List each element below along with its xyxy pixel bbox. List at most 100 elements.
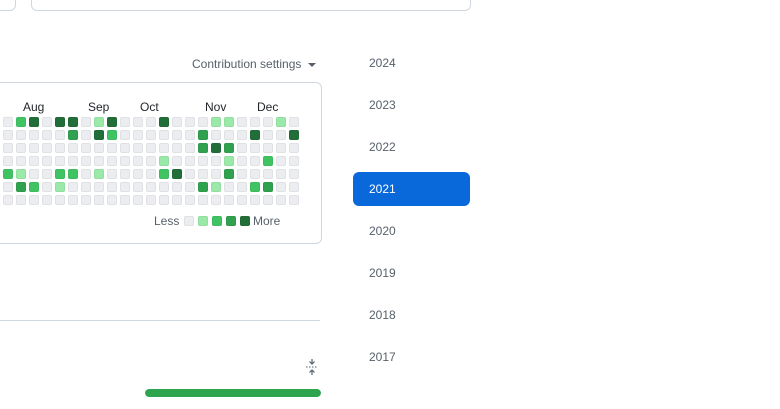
- contribution-day-cell[interactable]: [120, 117, 130, 127]
- contribution-day-cell[interactable]: [250, 117, 260, 127]
- contribution-day-cell[interactable]: [55, 156, 65, 166]
- contribution-day-cell[interactable]: [107, 143, 117, 153]
- contribution-day-cell[interactable]: [172, 182, 182, 192]
- contribution-day-cell[interactable]: [224, 117, 234, 127]
- contribution-day-cell[interactable]: [263, 117, 273, 127]
- contribution-day-cell[interactable]: [81, 143, 91, 153]
- contribution-day-cell[interactable]: [198, 169, 208, 179]
- contribution-day-cell[interactable]: [250, 182, 260, 192]
- contribution-day-cell[interactable]: [146, 117, 156, 127]
- contribution-day-cell[interactable]: [29, 156, 39, 166]
- contribution-day-cell[interactable]: [172, 130, 182, 140]
- contribution-day-cell[interactable]: [107, 117, 117, 127]
- contribution-day-cell[interactable]: [289, 169, 299, 179]
- contribution-day-cell[interactable]: [289, 143, 299, 153]
- contribution-day-cell[interactable]: [224, 156, 234, 166]
- contribution-day-cell[interactable]: [94, 195, 104, 205]
- contribution-day-cell[interactable]: [276, 182, 286, 192]
- contribution-day-cell[interactable]: [224, 195, 234, 205]
- contribution-day-cell[interactable]: [198, 195, 208, 205]
- contribution-day-cell[interactable]: [107, 195, 117, 205]
- contribution-day-cell[interactable]: [224, 130, 234, 140]
- contribution-day-cell[interactable]: [146, 182, 156, 192]
- contribution-day-cell[interactable]: [94, 143, 104, 153]
- contribution-day-cell[interactable]: [94, 130, 104, 140]
- contribution-day-cell[interactable]: [185, 130, 195, 140]
- contribution-day-cell[interactable]: [81, 156, 91, 166]
- contribution-day-cell[interactable]: [159, 130, 169, 140]
- contribution-day-cell[interactable]: [185, 195, 195, 205]
- contribution-day-cell[interactable]: [146, 143, 156, 153]
- contribution-day-cell[interactable]: [3, 130, 13, 140]
- contribution-day-cell[interactable]: [42, 143, 52, 153]
- contribution-day-cell[interactable]: [55, 117, 65, 127]
- contribution-day-cell[interactable]: [185, 156, 195, 166]
- contribution-day-cell[interactable]: [211, 143, 221, 153]
- year-link-2023[interactable]: 2023: [353, 88, 470, 122]
- contribution-day-cell[interactable]: [16, 143, 26, 153]
- year-link-2017[interactable]: 2017: [353, 340, 470, 374]
- contribution-day-cell[interactable]: [107, 130, 117, 140]
- contribution-day-cell[interactable]: [68, 156, 78, 166]
- contribution-day-cell[interactable]: [133, 143, 143, 153]
- contribution-day-cell[interactable]: [29, 182, 39, 192]
- contribution-day-cell[interactable]: [55, 169, 65, 179]
- contribution-day-cell[interactable]: [3, 182, 13, 192]
- contribution-day-cell[interactable]: [250, 143, 260, 153]
- contribution-day-cell[interactable]: [120, 195, 130, 205]
- contribution-day-cell[interactable]: [120, 143, 130, 153]
- contribution-day-cell[interactable]: [55, 182, 65, 192]
- contribution-day-cell[interactable]: [237, 169, 247, 179]
- contribution-day-cell[interactable]: [172, 117, 182, 127]
- contribution-day-cell[interactable]: [289, 156, 299, 166]
- contribution-day-cell[interactable]: [198, 143, 208, 153]
- contribution-day-cell[interactable]: [68, 169, 78, 179]
- contribution-day-cell[interactable]: [198, 117, 208, 127]
- contribution-day-cell[interactable]: [3, 156, 13, 166]
- contribution-day-cell[interactable]: [263, 195, 273, 205]
- contribution-day-cell[interactable]: [276, 130, 286, 140]
- contribution-day-cell[interactable]: [133, 182, 143, 192]
- contribution-day-cell[interactable]: [29, 143, 39, 153]
- contribution-day-cell[interactable]: [16, 117, 26, 127]
- contribution-day-cell[interactable]: [42, 117, 52, 127]
- contribution-day-cell[interactable]: [276, 143, 286, 153]
- contribution-day-cell[interactable]: [237, 117, 247, 127]
- contribution-day-cell[interactable]: [94, 169, 104, 179]
- contribution-day-cell[interactable]: [276, 169, 286, 179]
- contribution-day-cell[interactable]: [211, 169, 221, 179]
- contribution-day-cell[interactable]: [42, 195, 52, 205]
- contribution-day-cell[interactable]: [42, 182, 52, 192]
- contribution-day-cell[interactable]: [42, 130, 52, 140]
- contribution-day-cell[interactable]: [276, 195, 286, 205]
- year-link-2018[interactable]: 2018: [353, 298, 470, 332]
- contribution-day-cell[interactable]: [120, 156, 130, 166]
- contribution-day-cell[interactable]: [68, 117, 78, 127]
- contribution-day-cell[interactable]: [146, 195, 156, 205]
- contribution-day-cell[interactable]: [107, 156, 117, 166]
- contribution-day-cell[interactable]: [94, 156, 104, 166]
- contribution-day-cell[interactable]: [42, 169, 52, 179]
- contribution-day-cell[interactable]: [159, 182, 169, 192]
- year-link-2022[interactable]: 2022: [353, 130, 470, 164]
- contribution-day-cell[interactable]: [224, 182, 234, 192]
- contribution-day-cell[interactable]: [237, 156, 247, 166]
- contribution-day-cell[interactable]: [94, 182, 104, 192]
- contribution-day-cell[interactable]: [133, 117, 143, 127]
- contribution-day-cell[interactable]: [250, 156, 260, 166]
- year-link-2020[interactable]: 2020: [353, 214, 470, 248]
- contribution-day-cell[interactable]: [159, 195, 169, 205]
- contribution-day-cell[interactable]: [224, 143, 234, 153]
- contribution-day-cell[interactable]: [172, 169, 182, 179]
- contribution-day-cell[interactable]: [289, 130, 299, 140]
- contribution-day-cell[interactable]: [250, 195, 260, 205]
- contribution-day-cell[interactable]: [276, 117, 286, 127]
- contribution-day-cell[interactable]: [81, 195, 91, 205]
- contribution-day-cell[interactable]: [198, 182, 208, 192]
- contribution-day-cell[interactable]: [289, 182, 299, 192]
- year-link-2019[interactable]: 2019: [353, 256, 470, 290]
- contribution-day-cell[interactable]: [94, 117, 104, 127]
- contribution-day-cell[interactable]: [107, 182, 117, 192]
- contribution-day-cell[interactable]: [185, 169, 195, 179]
- contribution-day-cell[interactable]: [263, 182, 273, 192]
